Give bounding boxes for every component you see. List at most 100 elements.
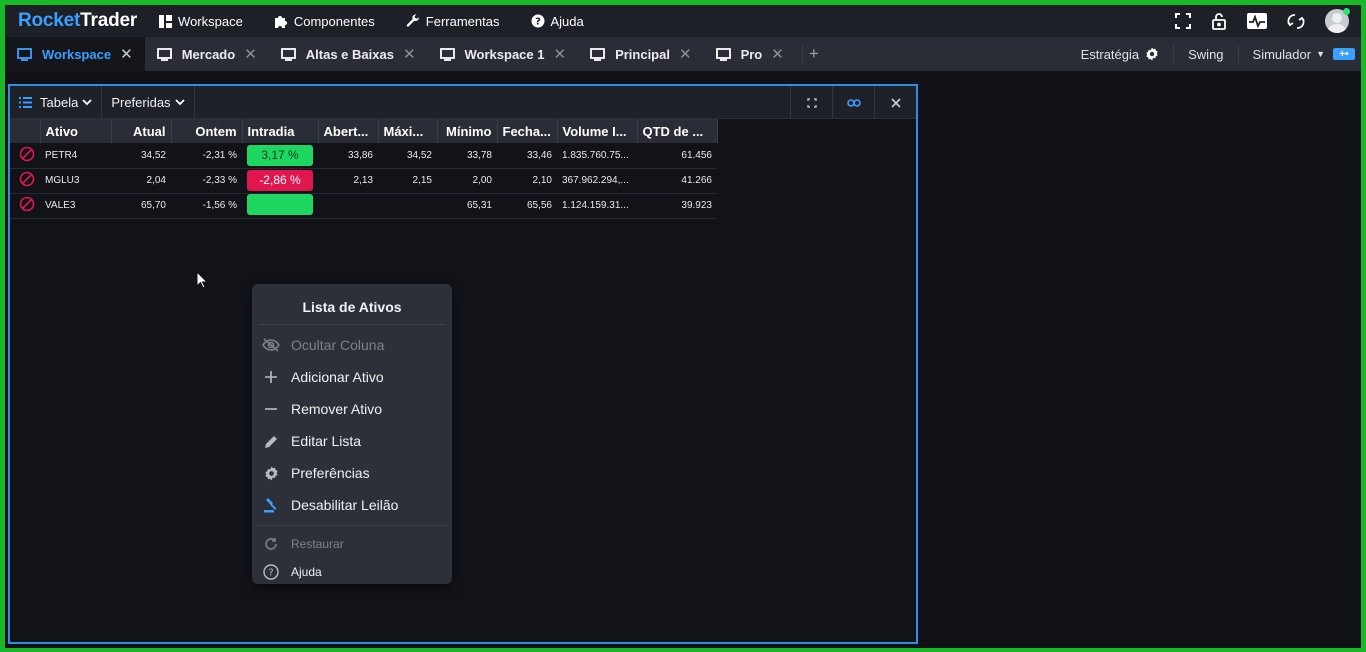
monitor-icon <box>590 47 605 61</box>
expand-icon <box>806 97 817 108</box>
tab-workspace-1[interactable]: Workspace 1 ✕ <box>428 37 579 71</box>
close-tab-icon[interactable]: ✕ <box>120 45 133 63</box>
estrategia-button[interactable]: Estratégia <box>1081 47 1140 62</box>
gamepad-icon[interactable]: +• <box>1333 48 1355 60</box>
cell-ontem: -2,33 % <box>171 168 242 194</box>
workspace-tab-bar: Workspace ✕ Mercado ✕ Altas e Baixas ✕ W… <box>5 37 1361 71</box>
tab-label: Workspace 1 <box>464 46 545 62</box>
fullscreen-icon[interactable] <box>1175 13 1191 29</box>
grid-icon <box>159 14 173 28</box>
blocked-icon[interactable] <box>19 196 35 212</box>
monitor-icon <box>17 47 32 61</box>
row-status-cell <box>10 143 40 169</box>
top-bar: RocketTrader Workspace Componentes Ferra… <box>5 5 1361 37</box>
column-header[interactable]: Volume I... <box>557 119 638 143</box>
cell-intradia <box>242 193 318 219</box>
tab-label: Pro <box>740 46 763 62</box>
cell-minimo: 2,00 <box>437 168 497 194</box>
chevron-down-icon <box>174 98 185 105</box>
preferidas-dropdown[interactable]: Preferidas <box>102 85 195 119</box>
column-header[interactable]: Abert... <box>318 119 379 143</box>
menu-item-remover-ativo[interactable]: Remover Ativo <box>252 393 452 425</box>
menu-item-ajuda[interactable]: ? Ajuda <box>252 558 452 586</box>
column-header[interactable]: Intradia <box>242 119 319 143</box>
column-header-icon <box>10 119 41 143</box>
table-row[interactable]: VALE3 65,70 -1,56 % 65,31 65,56 1.124.15… <box>10 193 717 219</box>
close-tab-icon[interactable]: ✕ <box>244 45 257 63</box>
svg-text:?: ? <box>535 17 541 28</box>
svg-text:?: ? <box>268 568 273 579</box>
cell-atual: 34,52 <box>111 143 171 169</box>
cell-qtd: 61.456 <box>637 143 717 169</box>
pulse-icon[interactable] <box>1247 13 1267 29</box>
menu-item-restaurar[interactable]: Restaurar <box>252 530 452 558</box>
close-tab-icon[interactable]: ✕ <box>553 45 566 63</box>
cell-ontem: -1,56 % <box>171 193 242 219</box>
menu-ferramentas[interactable]: Ferramentas <box>406 14 500 29</box>
lock-icon[interactable] <box>1211 12 1227 30</box>
menu-ajuda[interactable]: ? Ajuda <box>531 14 584 29</box>
tab-principal[interactable]: Principal ✕ <box>578 37 704 71</box>
close-tab-icon[interactable]: ✕ <box>679 45 692 63</box>
menu-ajuda-label: Ajuda <box>550 13 584 29</box>
cell-ontem: -2,31 % <box>171 143 242 169</box>
sync-icon[interactable] <box>1287 13 1305 30</box>
intradia-badge: 3,17 % <box>247 144 313 166</box>
add-tab-button[interactable]: + <box>801 44 819 64</box>
app-logo[interactable]: RocketTrader <box>18 10 137 32</box>
menu-item-ocultar-coluna[interactable]: Ocultar Coluna <box>252 329 452 361</box>
view-dropdown[interactable]: Tabela <box>10 85 103 119</box>
cell-fechamento: 65,56 <box>497 193 557 219</box>
puzzle-icon <box>274 16 287 28</box>
column-header[interactable]: QTD de ... <box>637 119 718 143</box>
gavel-icon <box>262 497 280 513</box>
app-window: RocketTrader Workspace Componentes Ferra… <box>5 5 1361 648</box>
cell-ativo: VALE3 <box>40 193 111 219</box>
column-header[interactable]: Atual <box>111 119 172 143</box>
column-header[interactable]: Ativo <box>40 119 112 143</box>
cell-maxima: 2,15 <box>378 168 437 194</box>
avatar[interactable] <box>1325 8 1350 33</box>
table-row[interactable]: MGLU3 2,04 -2,33 % -2,86 % 2,13 2,15 2,0… <box>10 168 717 194</box>
blocked-icon[interactable] <box>19 146 35 162</box>
menu-item-adicionar-ativo[interactable]: Adicionar Ativo <box>252 361 452 393</box>
menu-item-label: Desabilitar Leilão <box>291 497 399 513</box>
simulador-dropdown[interactable]: Simulador <box>1253 47 1312 62</box>
tab-mercado[interactable]: Mercado ✕ <box>145 37 269 71</box>
tab-workspace[interactable]: Workspace ✕ <box>5 37 145 71</box>
table-row[interactable]: PETR4 34,52 -2,31 % 3,17 % 33,86 34,52 3… <box>10 143 717 169</box>
gear-icon <box>262 466 280 481</box>
column-header[interactable]: Máxi... <box>378 119 438 143</box>
link-panel-button[interactable] <box>832 86 874 119</box>
swing-button[interactable]: Swing <box>1188 47 1223 62</box>
close-tab-icon[interactable]: ✕ <box>771 45 784 63</box>
menu-item-desabilitar-leilao[interactable]: Desabilitar Leilão <box>252 489 452 521</box>
cell-atual: 65,70 <box>111 193 171 219</box>
blocked-icon[interactable] <box>19 171 35 187</box>
column-header[interactable]: Fecha... <box>497 119 558 143</box>
help-circle-icon: ? <box>262 564 280 580</box>
eye-off-icon <box>262 338 280 352</box>
maximize-panel-button[interactable] <box>790 86 832 119</box>
menu-workspace[interactable]: Workspace <box>159 14 243 29</box>
close-panel-button[interactable] <box>874 86 916 119</box>
menu-item-label: Remover Ativo <box>291 401 383 417</box>
chevron-down-icon[interactable]: ▼ <box>1316 49 1325 59</box>
menu-componentes[interactable]: Componentes <box>274 14 375 29</box>
preferidas-label: Preferidas <box>111 94 171 110</box>
mouse-cursor-icon <box>196 271 208 289</box>
menu-item-editar-lista[interactable]: Editar Lista <box>252 425 452 457</box>
menu-item-label: Ocultar Coluna <box>291 337 385 353</box>
gear-icon[interactable] <box>1145 47 1159 61</box>
logo-part1: Rocket <box>18 10 81 31</box>
wrench-icon <box>406 14 419 27</box>
column-header[interactable]: Ontem <box>171 119 243 143</box>
tab-altas-e-baixas[interactable]: Altas e Baixas ✕ <box>269 37 428 71</box>
chevron-down-icon <box>82 98 92 105</box>
menu-item-preferencias[interactable]: Preferências <box>252 457 452 489</box>
close-icon <box>890 97 901 108</box>
cell-atual: 2,04 <box>111 168 171 194</box>
column-header[interactable]: Mínimo <box>437 119 498 143</box>
tab-pro[interactable]: Pro ✕ <box>704 37 796 71</box>
close-tab-icon[interactable]: ✕ <box>403 45 416 63</box>
